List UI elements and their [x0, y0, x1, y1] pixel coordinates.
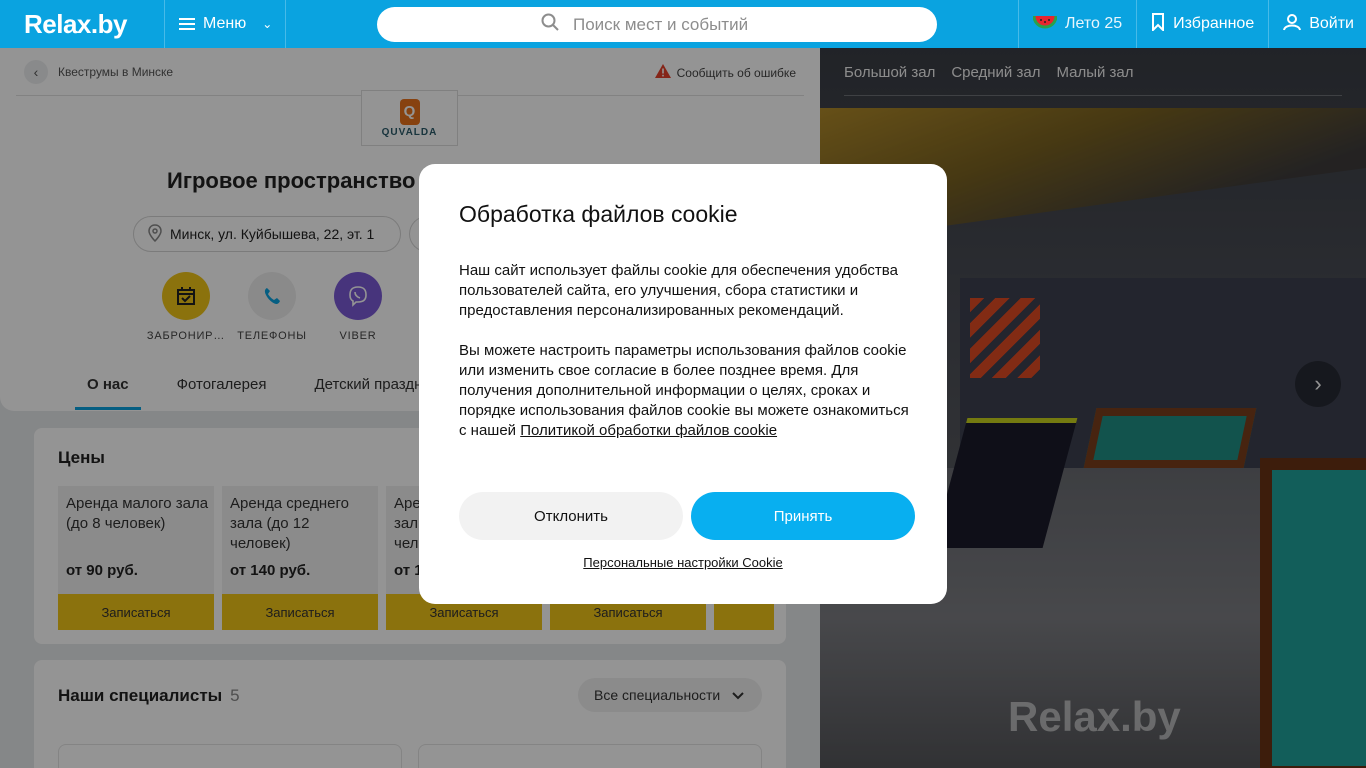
decline-button[interactable]: Отклонить	[459, 492, 683, 540]
login-link[interactable]: Войти	[1268, 0, 1366, 48]
favorites-label: Избранное	[1173, 15, 1255, 32]
hamburger-icon	[179, 18, 195, 30]
bookmark-icon	[1151, 12, 1165, 36]
watermelon-icon	[1032, 14, 1058, 35]
search-input[interactable]	[573, 14, 773, 35]
search-icon	[541, 13, 559, 36]
accept-button[interactable]: Принять	[691, 492, 915, 540]
favorites-link[interactable]: Избранное	[1136, 0, 1268, 48]
cookie-consent-dialog: Обработка файлов cookie Наш сайт использ…	[419, 164, 947, 604]
menu-button[interactable]: Меню ⌄	[164, 0, 286, 48]
cookie-paragraph-1: Наш сайт использует файлы cookie для обе…	[459, 262, 898, 319]
search-bar[interactable]	[377, 7, 937, 42]
summer-link[interactable]: Лето 25	[1017, 0, 1136, 48]
cookie-paragraph-2: Вы можете настроить параметры использова…	[459, 341, 909, 441]
cookie-policy-link[interactable]: Политикой обработки файлов cookie	[520, 422, 777, 439]
cookie-dialog-body: Наш сайт использует файлы cookie для обе…	[459, 261, 909, 441]
top-navigation-bar: Relax.by Меню ⌄ Лето 25 Избранное Войт	[0, 0, 1366, 48]
cookie-settings-link[interactable]: Персональные настройки Cookie	[419, 555, 947, 570]
menu-label: Меню	[203, 15, 247, 32]
user-icon	[1283, 13, 1302, 36]
login-label: Войти	[1309, 15, 1354, 32]
chevron-down-icon: ⌄	[262, 17, 273, 31]
site-logo[interactable]: Relax.by	[0, 0, 164, 48]
cookie-dialog-title: Обработка файлов cookie	[459, 201, 738, 227]
summer-label: Лето 25	[1064, 15, 1123, 32]
